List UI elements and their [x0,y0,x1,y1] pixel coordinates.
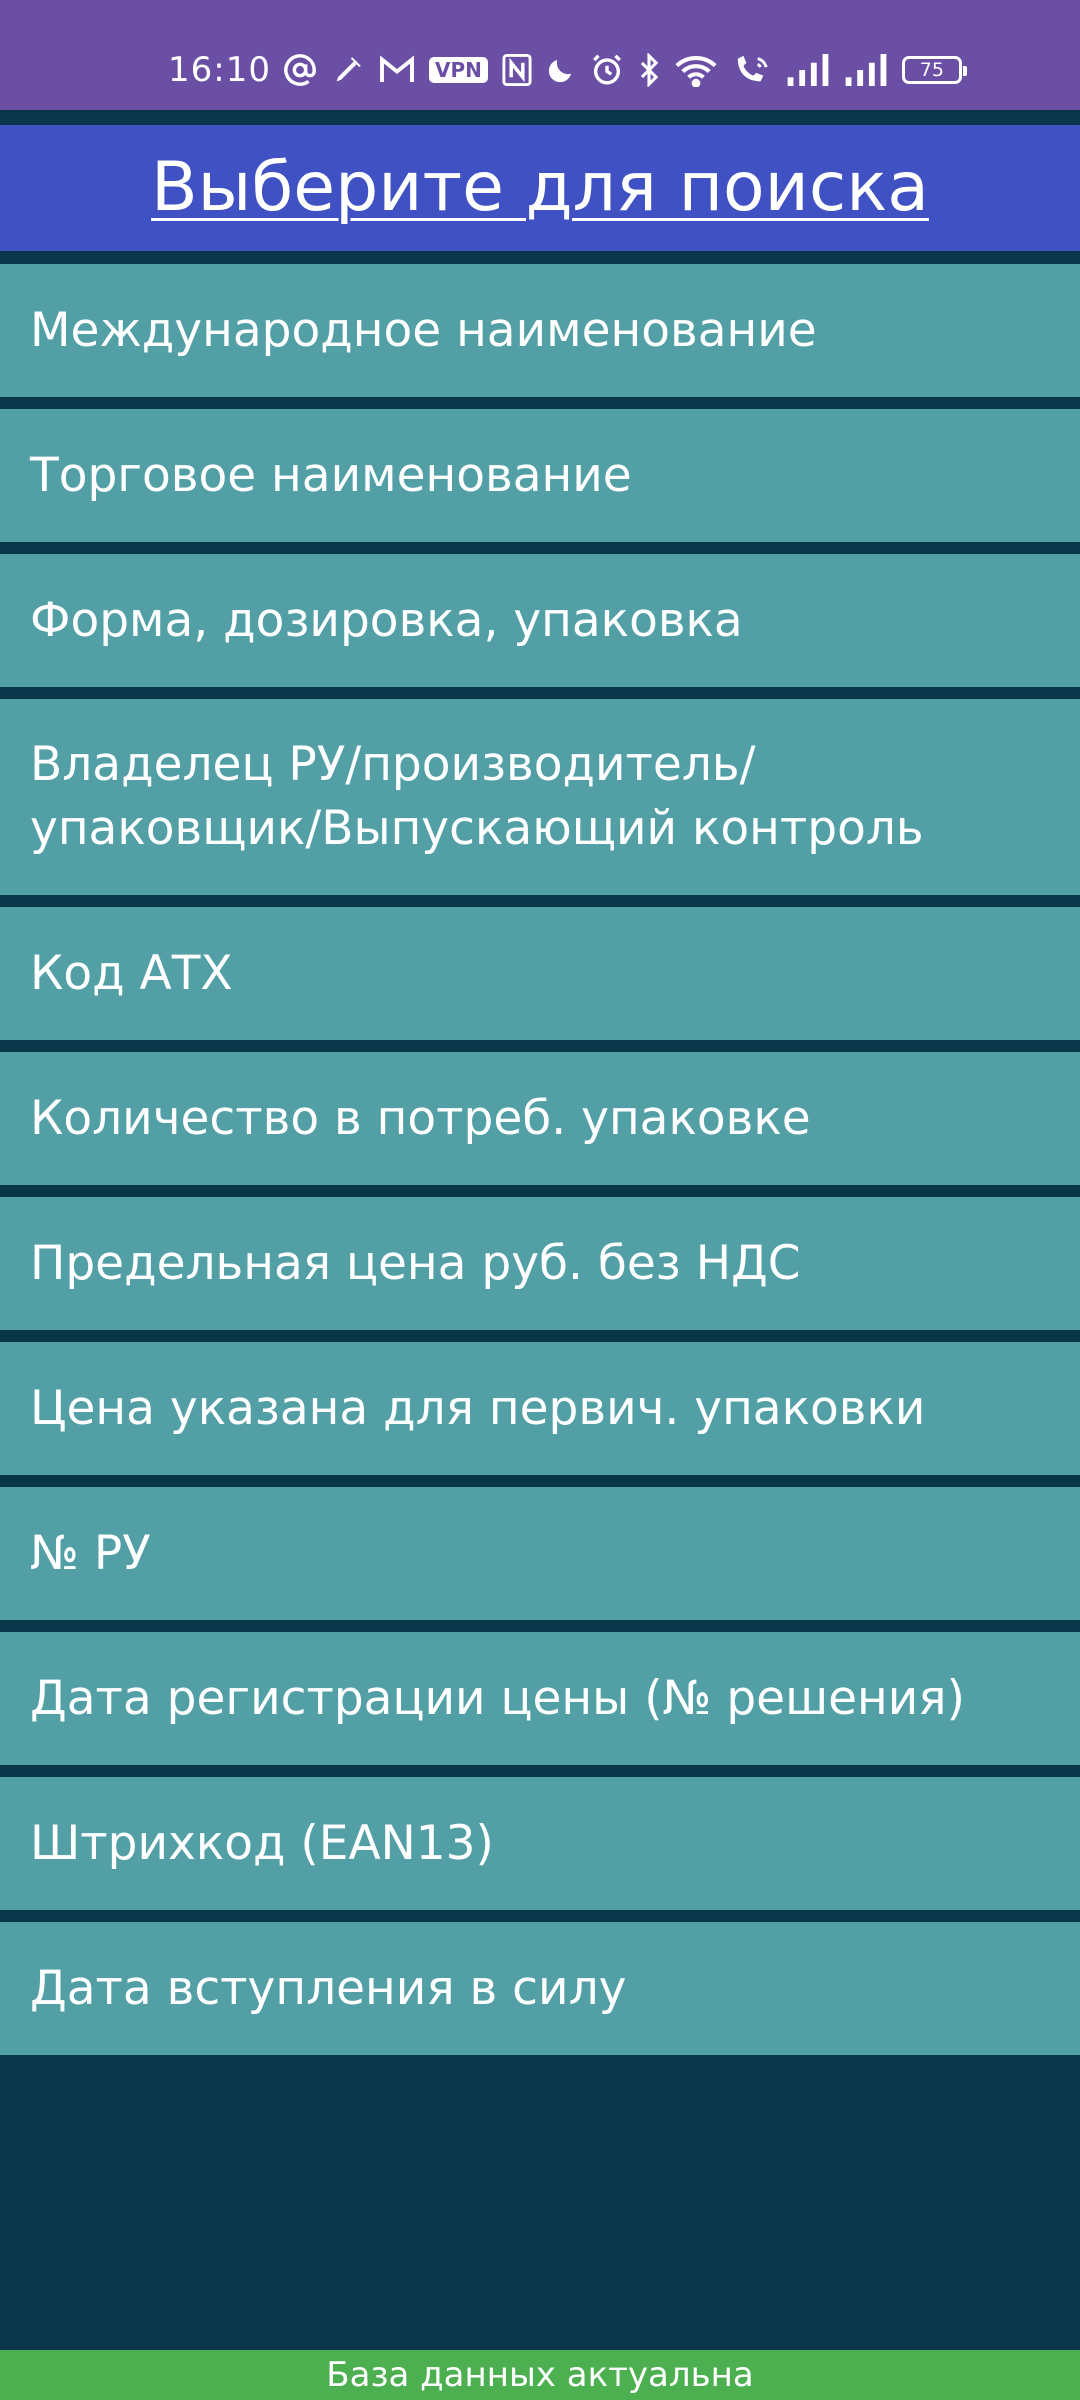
option-trade-name[interactable]: Торговое наименование [0,409,1080,542]
option-label: Предельная цена руб. без НДС [30,1235,801,1291]
option-label: Торговое наименование [30,447,632,503]
battery-level: 75 [901,56,967,84]
option-label: Дата вступления в силу [30,1960,627,2016]
option-label: Количество в потреб. упаковке [30,1090,811,1146]
option-owner-manufacturer[interactable]: Владелец РУ/производитель/ упаковщик/Вып… [0,699,1080,895]
bluetooth-icon [638,46,660,94]
database-status-bar: База данных актуальна [0,2350,1080,2400]
signal-icon [786,46,830,94]
battery-icon: 75 [901,46,967,94]
option-label: Дата регистрации цены (№ решения) [30,1670,965,1726]
signal-icon [844,46,888,94]
option-price-primary-package[interactable]: Цена указана для первич. упаковки [0,1342,1080,1475]
option-effective-date[interactable]: Дата вступления в силу [0,1922,1080,2055]
option-label: Международное наименование [30,302,817,358]
wifi-icon [674,46,718,94]
option-max-price[interactable]: Предельная цена руб. без НДС [0,1197,1080,1330]
vpn-icon: VPN [429,46,488,94]
option-label: Цена указана для первич. упаковки [30,1380,926,1436]
option-label: Владелец РУ/производитель/ упаковщик/Вып… [30,737,924,856]
option-quantity-per-package[interactable]: Количество в потреб. упаковке [0,1052,1080,1185]
moon-icon [546,46,576,94]
status-time: 16:10 [168,50,271,90]
option-label: Форма, дозировка, упаковка [30,592,743,648]
option-price-registration-date[interactable]: Дата регистрации цены (№ решения) [0,1632,1080,1765]
option-form-dosage-package[interactable]: Форма, дозировка, упаковка [0,554,1080,687]
status-icons: VPN 75 [283,46,967,94]
option-label: № РУ [30,1525,151,1581]
option-label: Штрихкод (EAN13) [30,1815,494,1871]
option-international-name[interactable]: Международное наименование [0,264,1080,397]
pen-icon [331,46,365,94]
header: Выберите для поиска [0,125,1080,251]
at-icon [283,46,317,94]
database-status-text: База данных актуальна [326,2355,754,2395]
wifi-call-icon [732,46,772,94]
alarm-icon [590,46,624,94]
status-bar: 16:10 VPN 75 [0,0,1080,110]
gmail-icon [379,46,415,94]
option-atc-code[interactable]: Код АТХ [0,907,1080,1040]
option-label: Код АТХ [30,945,233,1001]
page-title: Выберите для поиска [151,148,929,227]
option-barcode[interactable]: Штрихкод (EAN13) [0,1777,1080,1910]
nfc-icon [502,46,532,94]
option-registration-number[interactable]: № РУ [0,1487,1080,1620]
